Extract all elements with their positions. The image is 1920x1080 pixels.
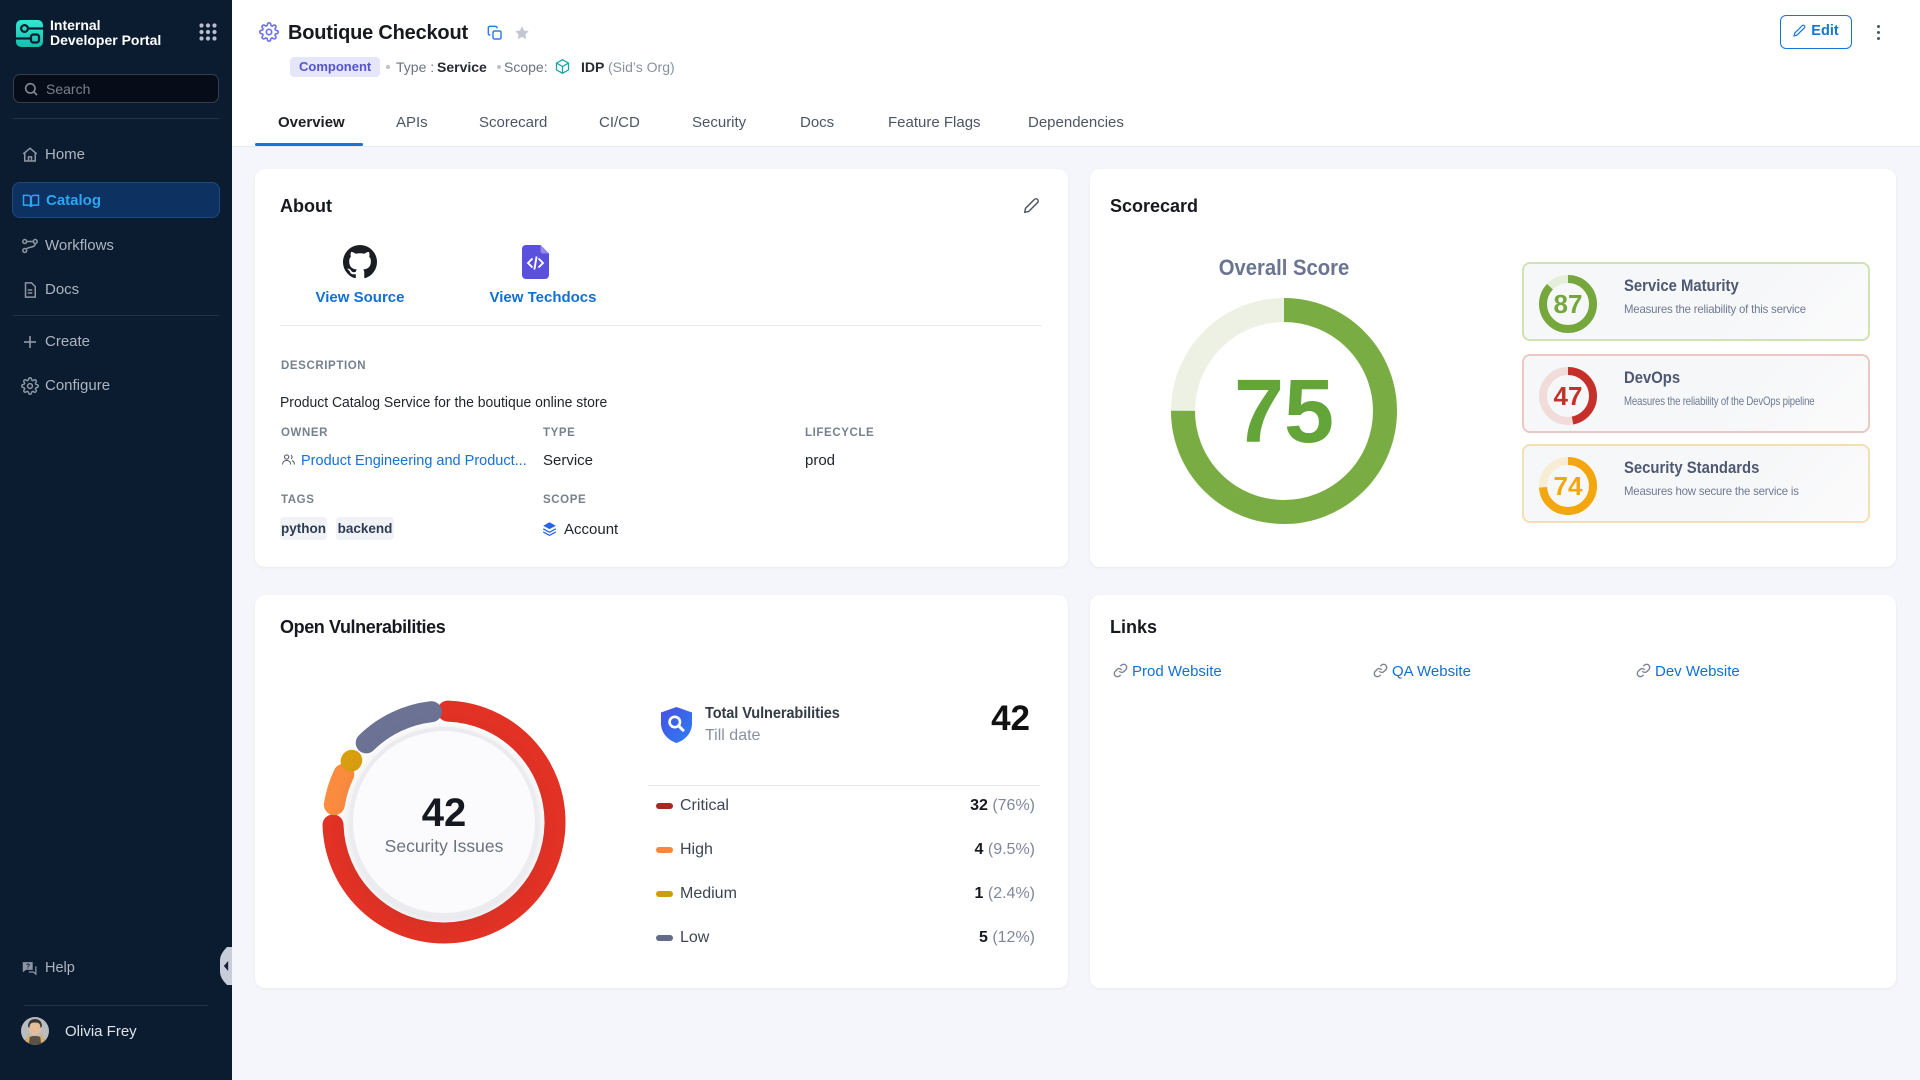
svg-text:42: 42: [422, 791, 467, 835]
svg-text:Security Issues: Security Issues: [385, 836, 504, 856]
svg-text:75: 75: [1234, 362, 1334, 462]
svg-text:87: 87: [1554, 289, 1583, 319]
svg-text:74: 74: [1554, 471, 1583, 501]
svg-text:47: 47: [1554, 381, 1583, 411]
svg-text:?: ?: [26, 962, 30, 970]
